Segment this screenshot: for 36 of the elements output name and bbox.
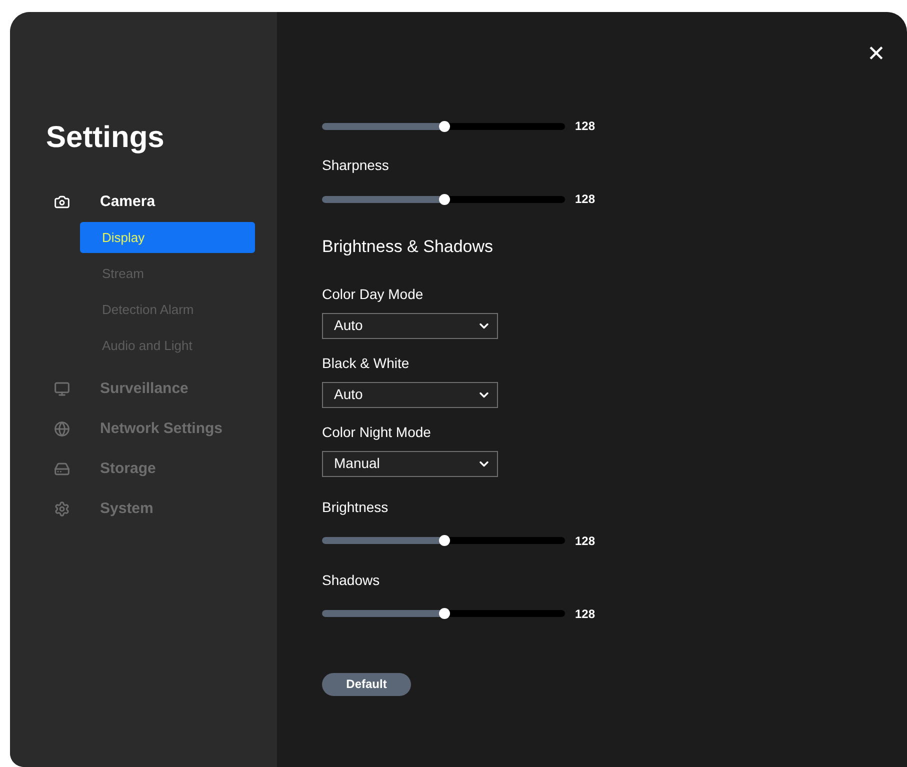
- sub-nav-item[interactable]: Display: [80, 222, 255, 253]
- globe-icon: [54, 421, 70, 437]
- slider-thumb[interactable]: [438, 194, 450, 204]
- slider-value: 128: [575, 118, 596, 135]
- field-label: Brightness: [322, 498, 390, 517]
- field-label: Sharpness: [322, 156, 390, 175]
- nav-item[interactable]: Storage: [100, 458, 156, 480]
- slider-thumb[interactable]: [438, 535, 450, 546]
- slider-value: 128: [575, 191, 596, 208]
- field-label: Color Day Mode: [322, 284, 424, 304]
- slider-track[interactable]: [322, 196, 565, 202]
- nav-item[interactable]: Camera: [100, 190, 156, 214]
- nav-item[interactable]: Network Settings: [100, 418, 223, 440]
- section-heading: Brightness & Shadows: [322, 236, 494, 258]
- dropdown[interactable]: Auto: [322, 382, 498, 408]
- hard-drive-icon: [54, 461, 70, 477]
- field-label: Black & White: [322, 354, 410, 372]
- nav-item[interactable]: Surveillance: [100, 378, 188, 400]
- slider-track[interactable]: [322, 610, 565, 617]
- settings-icon: [54, 501, 70, 517]
- field-label: Color Night Mode: [322, 422, 432, 442]
- default-button[interactable]: Default: [322, 672, 411, 696]
- slider-value: 128: [575, 606, 596, 622]
- slider-track[interactable]: [322, 537, 565, 544]
- dropdown[interactable]: Manual: [322, 450, 498, 476]
- dropdown[interactable]: Auto: [322, 312, 498, 338]
- slider-value: 128: [575, 532, 596, 550]
- field-label: Shadows: [322, 570, 381, 590]
- sidebar-title: Settings: [46, 120, 166, 156]
- slider-thumb[interactable]: [438, 608, 450, 619]
- camera-icon: [54, 194, 70, 210]
- slider-track[interactable]: [322, 122, 565, 130]
- nav-item[interactable]: System: [100, 498, 154, 520]
- monitor-icon: [54, 381, 70, 397]
- slider-thumb[interactable]: [438, 120, 450, 132]
- close-button[interactable]: ✕: [867, 40, 885, 68]
